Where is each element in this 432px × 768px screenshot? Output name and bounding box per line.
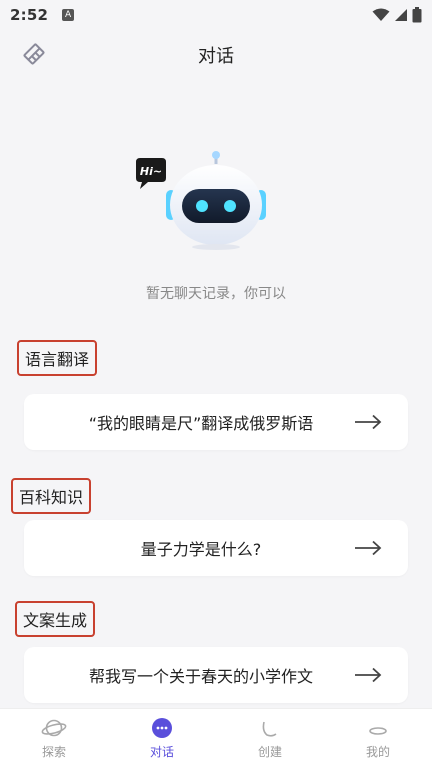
status-right <box>372 7 422 23</box>
prompt-card-encyclopedia[interactable]: 量子力学是什么? <box>24 520 408 576</box>
arrow-right-icon <box>355 667 382 683</box>
arrow-right-icon <box>355 414 382 430</box>
hi-bubble-text: Hi~ <box>140 165 162 178</box>
nav-label-profile: 我的 <box>365 745 390 759</box>
nav-item-create[interactable]: 创建 <box>216 709 324 768</box>
page-title: 对话 <box>198 46 234 67</box>
nav-item-chat[interactable]: 对话 <box>108 709 216 768</box>
robot-illustration: Hi~ <box>132 150 282 250</box>
prompt-text: 量子力学是什么? <box>140 540 262 559</box>
prompt-text: “我的眼睛是尺”翻译成俄罗斯语 <box>88 414 314 433</box>
nav-label-create: 创建 <box>257 745 282 759</box>
bottom-nav: 探索 对话 创建 我的 <box>0 708 432 768</box>
nav-label-chat: 对话 <box>149 745 174 759</box>
chat-bubble-icon <box>152 718 172 738</box>
prompt-text: 帮我写一个关于春天的小学作文 <box>88 667 313 686</box>
nav-item-explore[interactable]: 探索 <box>0 709 108 768</box>
notification-a-icon: A <box>62 9 75 21</box>
planet-icon <box>41 719 67 737</box>
nav-label-explore: 探索 <box>41 745 66 759</box>
arrow-right-icon <box>355 540 382 556</box>
status-bar: 2:52 A <box>0 0 432 30</box>
prompt-card-translation[interactable]: “我的眼睛是尺”翻译成俄罗斯语 <box>24 394 408 450</box>
eraser-icon[interactable] <box>20 40 48 68</box>
header: 对话 <box>0 30 432 80</box>
profile-icon <box>369 727 387 735</box>
signal-icon <box>395 9 407 21</box>
empty-state-text: 暂无聊天记录，你可以 <box>146 286 286 302</box>
section-label-copywriting: 文案生成 <box>15 601 96 637</box>
prompt-card-copywriting[interactable]: 帮我写一个关于春天的小学作文 <box>24 647 408 703</box>
wifi-icon <box>372 8 390 21</box>
status-time: 2:52 <box>10 6 49 24</box>
battery-icon <box>412 7 422 23</box>
create-icon <box>262 721 277 737</box>
section-label-encyclopedia: 百科知识 <box>11 478 92 514</box>
nav-item-profile[interactable]: 我的 <box>324 709 432 768</box>
section-label-translation: 语言翻译 <box>17 340 98 376</box>
